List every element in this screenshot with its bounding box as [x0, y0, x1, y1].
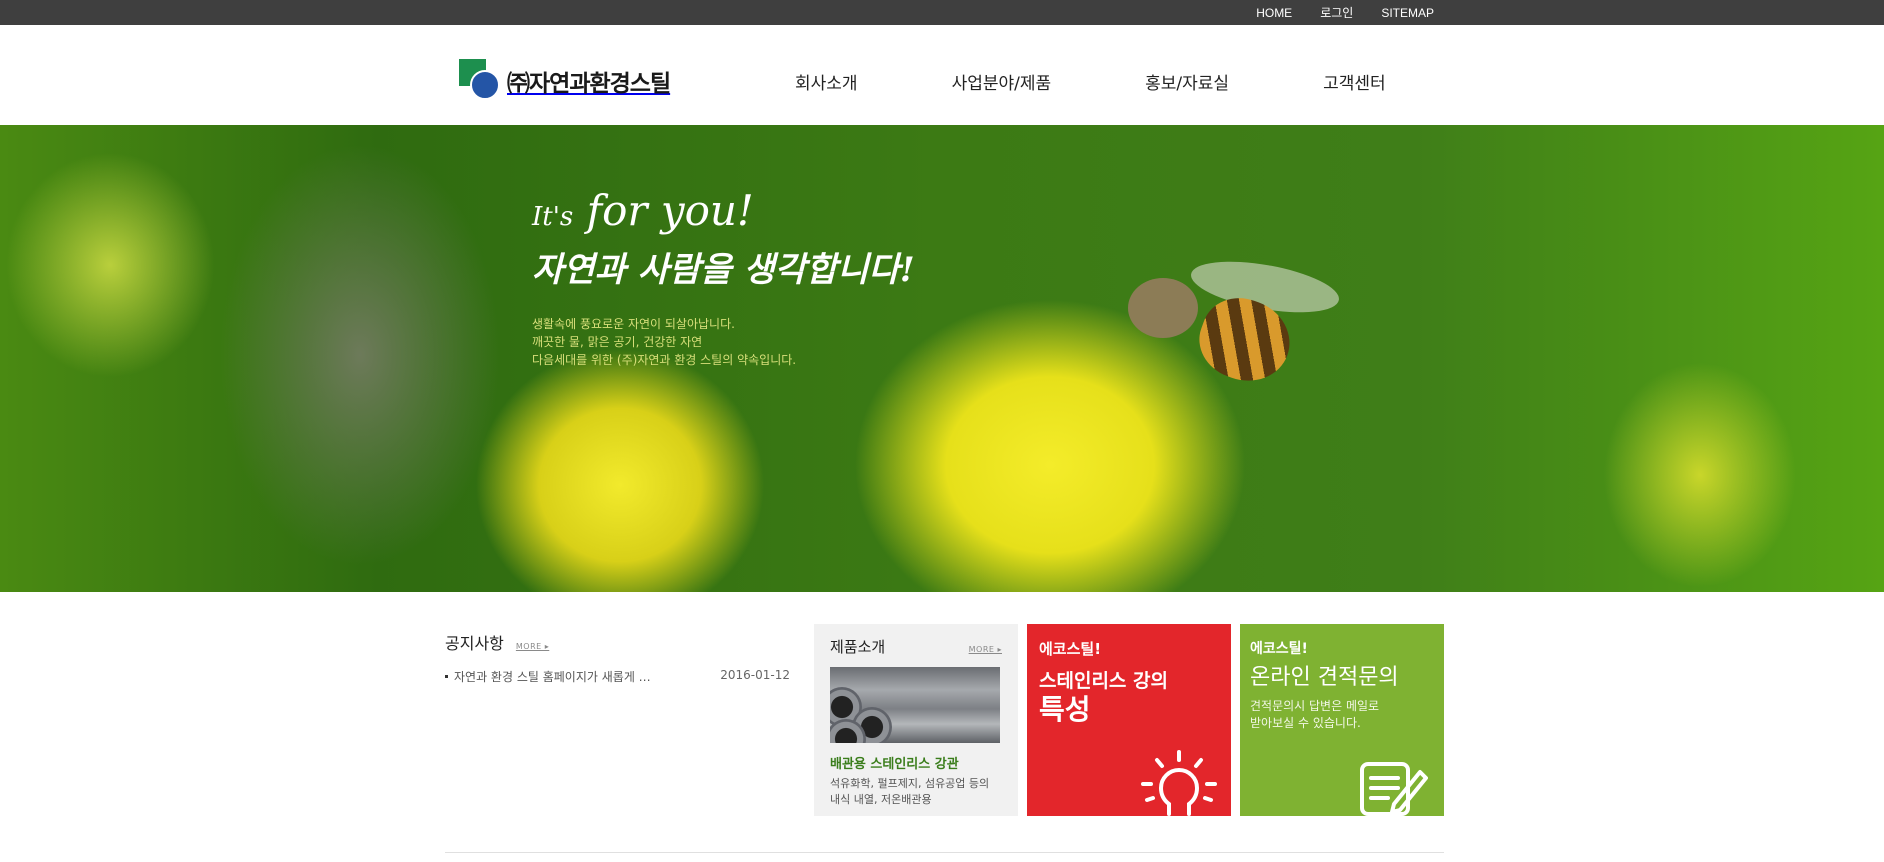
login-link[interactable]: 로그인 — [1320, 4, 1353, 21]
product-description: 석유화학, 펄프제지, 섬유공업 등의 내식 내열, 저온배관용 — [830, 776, 1002, 808]
online-quote-card[interactable]: 에코스틸! 온라인 견적문의 견적문의시 답변은 메일로 받아보실 수 있습니다… — [1240, 624, 1444, 816]
product-card[interactable]: 제품소개 MORE ▸ 배관용 스테인리스 강관 석유화학, 펄프제지, 섬유공… — [814, 624, 1018, 816]
notice-list: 자연과 환경 스틸 홈페이지가 새롭게 … 2016-01-12 — [445, 668, 790, 685]
hero-desc-line: 다음세대를 위한 (주)자연과 환경 스틸의 약속입니다. — [532, 353, 797, 367]
logo-mark-icon — [459, 59, 503, 103]
notice-item-date: 2016-01-12 — [720, 668, 790, 682]
nav-business-products[interactable]: 사업분야/제품 — [952, 69, 1052, 94]
stainless-pipe-image[interactable] — [830, 667, 1000, 743]
sitemap-link[interactable]: SITEMAP — [1381, 6, 1434, 20]
stainless-features-card[interactable]: 에코스틸! 스테인리스 강의 특성 — [1027, 624, 1231, 816]
memo-pencil-icon — [1360, 762, 1428, 816]
site-logo[interactable]: ㈜자연과환경스틸 — [459, 59, 671, 103]
red-card-headline: 스테인리스 강의 특성 — [1039, 669, 1219, 727]
green-card-sub-line: 받아보실 수 있습니다. — [1250, 716, 1361, 730]
product-name[interactable]: 배관용 스테인리스 강관 — [830, 753, 1002, 772]
notice-title: 공지사항 — [445, 634, 504, 653]
hero-slogan: It's for you! — [532, 185, 915, 243]
lightbulb-icon — [1141, 750, 1217, 816]
hero-description: 생활속에 풍요로운 자연이 되살아납니다. 깨끗한 물, 맑은 공기, 건강한 … — [532, 315, 915, 369]
notice-item-title[interactable]: 자연과 환경 스틸 홈페이지가 새롭게 … — [445, 668, 651, 685]
notice-section: 공지사항 MORE ▸ 자연과 환경 스틸 홈페이지가 새롭게 … 2016-0… — [445, 630, 790, 685]
hero-slogan-small: It's — [532, 202, 574, 232]
list-item[interactable]: 자연과 환경 스틸 홈페이지가 새롭게 … 2016-01-12 — [445, 668, 790, 685]
bee-image — [1110, 252, 1343, 393]
green-card-kicker: 에코스틸! — [1250, 641, 1308, 657]
product-title: 제품소개 — [830, 638, 886, 656]
site-header: ㈜자연과환경스틸 회사소개 사업분야/제품 홍보/자료실 고객센터 — [0, 25, 1884, 125]
top-utility-bar: HOME 로그인 SITEMAP — [0, 0, 1884, 25]
hero-copy: It's for you! 자연과 사람을 생각합니다! 생활속에 풍요로운 자… — [532, 185, 915, 369]
green-card-sub-line: 견적문의시 답변은 메일로 — [1250, 699, 1380, 713]
green-card-headline: 온라인 견적문의 — [1250, 665, 1399, 690]
red-card-kicker: 에코스틸! — [1039, 640, 1102, 658]
hero-slogan-big: for you! — [586, 186, 754, 235]
notice-more-link[interactable]: MORE ▸ — [516, 642, 549, 651]
product-more-link[interactable]: MORE ▸ — [969, 645, 1002, 654]
red-card-line1: 스테인리스 강의 — [1039, 670, 1168, 692]
home-link[interactable]: HOME — [1256, 6, 1292, 20]
nav-customer-center[interactable]: 고객센터 — [1323, 69, 1386, 94]
hero-desc-line: 깨끗한 물, 맑은 공기, 건강한 자연 — [532, 335, 703, 349]
product-desc-line: 석유화학, 펄프제지, 섬유공업 등의 — [830, 777, 990, 790]
green-card-sub: 견적문의시 답변은 메일로 받아보실 수 있습니다. — [1250, 698, 1434, 732]
main-content: 공지사항 MORE ▸ 자연과 환경 스틸 홈페이지가 새롭게 … 2016-0… — [0, 592, 1884, 862]
hero-headline: 자연과 사람을 생각합니다! — [532, 250, 915, 290]
product-desc-line: 내식 내열, 저온배관용 — [830, 793, 932, 806]
hero-banner: It's for you! 자연과 사람을 생각합니다! 생활속에 풍요로운 자… — [0, 125, 1884, 592]
nav-pr-archive[interactable]: 홍보/자료실 — [1145, 69, 1229, 94]
content-divider — [445, 852, 1444, 853]
main-nav: 회사소개 사업분야/제품 홍보/자료실 고객센터 — [795, 69, 1386, 94]
red-card-line2: 특성 — [1039, 693, 1091, 726]
hero-desc-line: 생활속에 풍요로운 자연이 되살아납니다. — [532, 317, 735, 331]
nav-company[interactable]: 회사소개 — [795, 69, 858, 94]
utility-links: HOME 로그인 SITEMAP — [1256, 0, 1434, 25]
logo-text: ㈜자연과환경스틸 — [507, 71, 671, 97]
